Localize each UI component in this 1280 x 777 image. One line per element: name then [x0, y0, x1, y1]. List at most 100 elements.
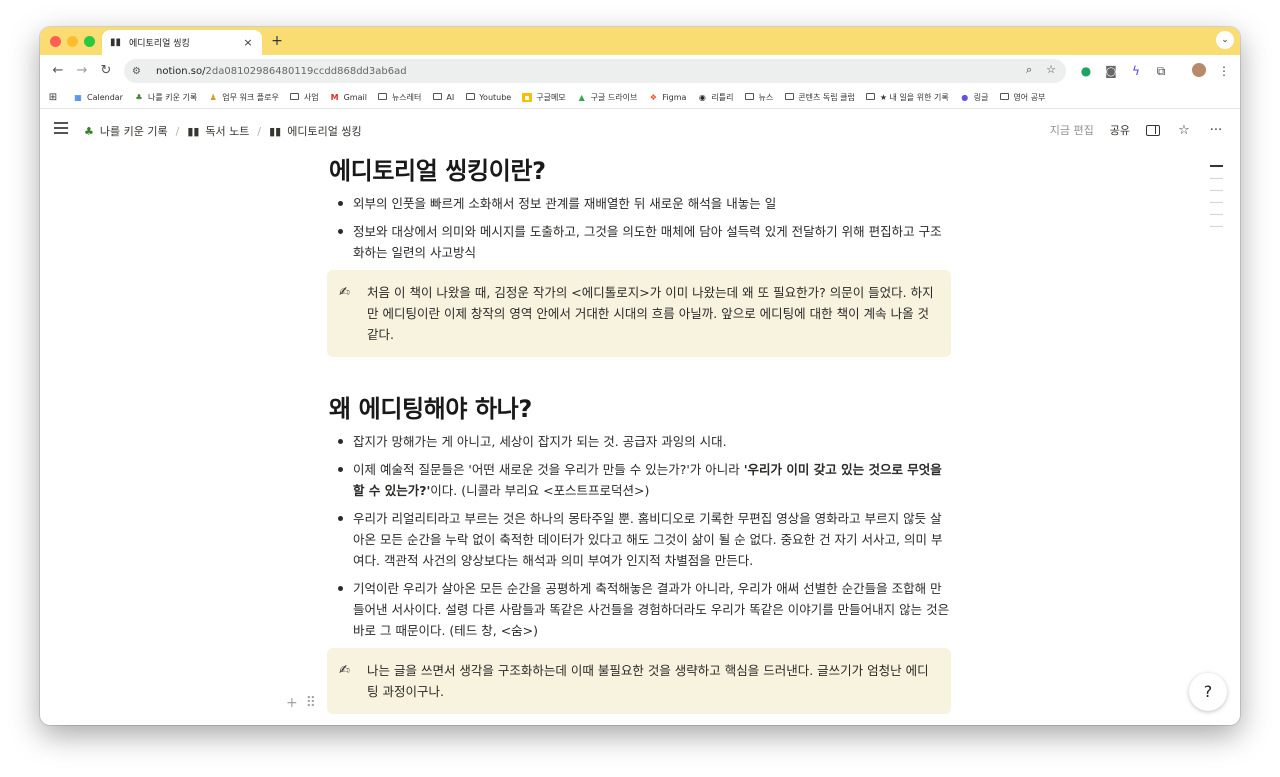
bookmark-record[interactable]: ♣ 나를 키운 기록: [134, 92, 197, 103]
folder-icon: [432, 93, 442, 100]
bullet-list: 외부의 인풋을 빠르게 소화해서 정보 관계를 재배열한 뒤 새로운 해석을 내…: [329, 193, 951, 263]
breadcrumb: ♣ 나를 키운 기록 / ▮▮ 독서 노트 / ▮▮ 에디토리얼 씽킹: [84, 123, 362, 139]
tree-icon: ♣: [135, 93, 143, 102]
bookmark-figma[interactable]: ❖ Figma: [648, 93, 687, 102]
drag-handle-icon[interactable]: ⠿: [306, 695, 316, 711]
keep-icon: ▪: [522, 93, 533, 102]
lightning-icon[interactable]: ϟ: [1128, 63, 1144, 79]
folder-icon: [999, 93, 1009, 100]
bookmark-litly[interactable]: ◉ 리틀리: [697, 92, 734, 103]
folder-icon: [784, 93, 794, 100]
bookmark-english[interactable]: 영어 공부: [999, 92, 1045, 103]
bookmark-ai[interactable]: AI: [432, 93, 454, 102]
bookmark-workflow[interactable]: ♟ 업무 워크 플로우: [208, 92, 279, 103]
page-content: 에디토리얼 씽킹이란? 외부의 인풋을 빠르게 소화해서 정보 관계를 재배열한…: [40, 152, 1240, 725]
bookmark-content-club[interactable]: 콘텐츠 독립 클럽: [784, 92, 855, 103]
book-icon: ▮▮: [187, 124, 200, 138]
bullet-list: 잡지가 망해가는 게 아니고, 세상이 잡지가 되는 것. 공급자 과잉의 시대…: [329, 431, 951, 641]
list-item[interactable]: 우리가 리얼리티라고 부르는 것은 하나의 몽타주일 뿐. 홈비디오로 기록한 …: [329, 508, 951, 571]
maximize-window-button[interactable]: [84, 36, 95, 47]
more-options-icon[interactable]: ···: [1208, 123, 1224, 138]
calendar-icon: ▦: [74, 93, 82, 102]
zoom-icon[interactable]: ⌕: [1026, 63, 1032, 77]
forward-icon[interactable]: →: [74, 63, 90, 79]
ringle-icon: ●: [961, 93, 969, 102]
bookmark-keep[interactable]: ▪ 구글메모: [522, 92, 566, 103]
help-button[interactable]: ?: [1189, 673, 1227, 711]
browser-window: ▮▮ 에디토리얼 씽킹 × + ⌄ ← → ↻ ⚙ notion.so/2da0…: [40, 27, 1240, 725]
writing-hand-icon: ✍: [339, 663, 350, 678]
url-text: notion.so/2da08102986480119ccdd868dd3ab6…: [156, 65, 407, 77]
book-icon: ▮▮: [269, 124, 282, 138]
minimize-window-button[interactable]: [67, 36, 78, 47]
tree-icon: ♣: [84, 124, 94, 138]
bookmark-business[interactable]: 사업: [290, 92, 319, 103]
list-item[interactable]: 외부의 인풋을 빠르게 소화해서 정보 관계를 재배열한 뒤 새로운 해석을 내…: [329, 193, 951, 214]
tab-strip: ▮▮ 에디토리얼 씽킹 × + ⌄: [40, 27, 1240, 55]
litly-icon: ◉: [698, 93, 706, 102]
close-icon[interactable]: ×: [242, 36, 254, 49]
bookmarks-bar: ⊞ ▦ Calendar ♣ 나를 키운 기록 ♟ 업무 워크 플로우 사업 M Gma…: [40, 87, 1240, 109]
bookmark-drive[interactable]: ▲ 구글 드라이브: [577, 92, 638, 103]
book-icon: ▮▮: [110, 37, 122, 48]
notion-assistant-icon: ?: [1203, 682, 1213, 701]
puzzle-icon[interactable]: ⧉: [1153, 63, 1169, 79]
breadcrumb-separator: /: [175, 124, 180, 138]
camera-icon[interactable]: ◙: [1103, 63, 1119, 79]
edited-status: 지금 편집: [1049, 124, 1094, 137]
share-button[interactable]: 공유: [1110, 122, 1130, 138]
callout-text: 처음 이 책이 나왔을 때, 김정운 작가의 <에디톨로지>가 이미 나왔는데 …: [367, 285, 934, 342]
add-block-icon[interactable]: +: [286, 695, 298, 711]
breadcrumb-item-record[interactable]: ♣ 나를 키운 기록: [84, 123, 168, 139]
bookmark-youtube[interactable]: Youtube: [465, 93, 511, 102]
bookmark-ringle[interactable]: ● 링글: [960, 92, 988, 103]
breadcrumb-item-current-page[interactable]: ▮▮ 에디토리얼 씽킹: [269, 123, 361, 139]
table-of-contents-indicator[interactable]: [1210, 165, 1223, 238]
chevron-down-icon[interactable]: ⌄: [1216, 31, 1234, 49]
block-handle: + ⠿: [286, 695, 316, 711]
bookmark-newsletter[interactable]: 뉴스레터: [378, 92, 421, 103]
bookmark-my-work[interactable]: ★ 내 일을 위한 기록: [866, 92, 949, 103]
figma-icon: ❖: [649, 93, 657, 102]
bookmark-gmail[interactable]: M Gmail: [330, 93, 367, 102]
evernote-extension-icon[interactable]: ●: [1078, 63, 1094, 79]
callout-block[interactable]: ✍ 나는 글을 쓰면서 생각을 구조화하는데 이때 불필요한 것을 생략하고 핵…: [327, 648, 951, 714]
back-icon[interactable]: ←: [50, 63, 66, 79]
breadcrumb-item-reading-notes[interactable]: ▮▮ 독서 노트: [187, 123, 249, 139]
folder-icon: [866, 93, 876, 100]
bookmark-star-icon[interactable]: ☆: [1046, 63, 1056, 77]
list-item[interactable]: 잡지가 망해가는 게 아니고, 세상이 잡지가 되는 것. 공급자 과잉의 시대…: [329, 431, 951, 452]
close-window-button[interactable]: [50, 36, 61, 47]
drive-icon: ▲: [578, 93, 585, 102]
bookmark-calendar[interactable]: ▦ Calendar: [73, 93, 123, 102]
heading-why-editing[interactable]: 왜 에디팅해야 하나?: [329, 393, 951, 425]
list-item[interactable]: 이제 예술적 질문들은 '어떤 새로운 것을 우리가 만들 수 있는가?'가 아…: [329, 459, 951, 501]
callout-text: 나는 글을 쓰면서 생각을 구조화하는데 이때 불필요한 것을 생략하고 핵심을…: [367, 663, 929, 699]
browser-toolbar: ← → ↻ ⚙ notion.so/2da08102986480119ccdd8…: [40, 55, 1240, 87]
more-menu-icon[interactable]: ⋮: [1216, 63, 1232, 79]
list-item[interactable]: 기억이란 우리가 살아온 모든 순간을 공평하게 축적해놓은 결과가 아니라, …: [329, 578, 951, 641]
reload-icon[interactable]: ↻: [98, 63, 114, 79]
notion-topbar: ♣ 나를 키운 기록 / ▮▮ 독서 노트 / ▮▮ 에디토리얼 씽킹 지금 편…: [40, 110, 1240, 152]
folder-icon: [744, 93, 754, 100]
browser-tab[interactable]: ▮▮ 에디토리얼 씽킹 ×: [102, 30, 262, 55]
profile-avatar[interactable]: [1191, 63, 1207, 81]
site-settings-icon[interactable]: ⚙: [132, 66, 146, 77]
callout-block[interactable]: ✍ 처음 이 책이 나왔을 때, 김정운 작가의 <에디톨로지>가 이미 나왔는…: [327, 270, 951, 357]
breadcrumb-separator: /: [257, 124, 262, 138]
gmail-icon: M: [330, 93, 339, 102]
folder-icon: [290, 93, 300, 100]
sidebar-panel-icon[interactable]: [1146, 124, 1160, 136]
list-item[interactable]: 정보와 대상에서 의미와 메시지를 도출하고, 그것을 의도한 매체에 담아 설…: [329, 221, 951, 263]
heading-editorial-thinking[interactable]: 에디토리얼 씽킹이란?: [329, 155, 951, 187]
new-tab-button[interactable]: +: [270, 32, 284, 50]
address-bar[interactable]: ⚙ notion.so/2da08102986480119ccdd868dd3a…: [124, 59, 1066, 83]
document-body: 에디토리얼 씽킹이란? 외부의 인풋을 빠르게 소화해서 정보 관계를 재배열한…: [327, 152, 951, 714]
menu-icon[interactable]: [54, 122, 68, 137]
favorite-star-icon[interactable]: ☆: [1176, 123, 1192, 138]
tab-title: 에디토리얼 씽킹: [129, 39, 190, 49]
bookmark-news[interactable]: 뉴스: [744, 92, 773, 103]
folder-icon: [378, 93, 388, 100]
page-actions: 지금 편집 공유 ☆ ···: [1050, 122, 1224, 138]
apps-grid-icon[interactable]: ⊞: [48, 93, 62, 103]
